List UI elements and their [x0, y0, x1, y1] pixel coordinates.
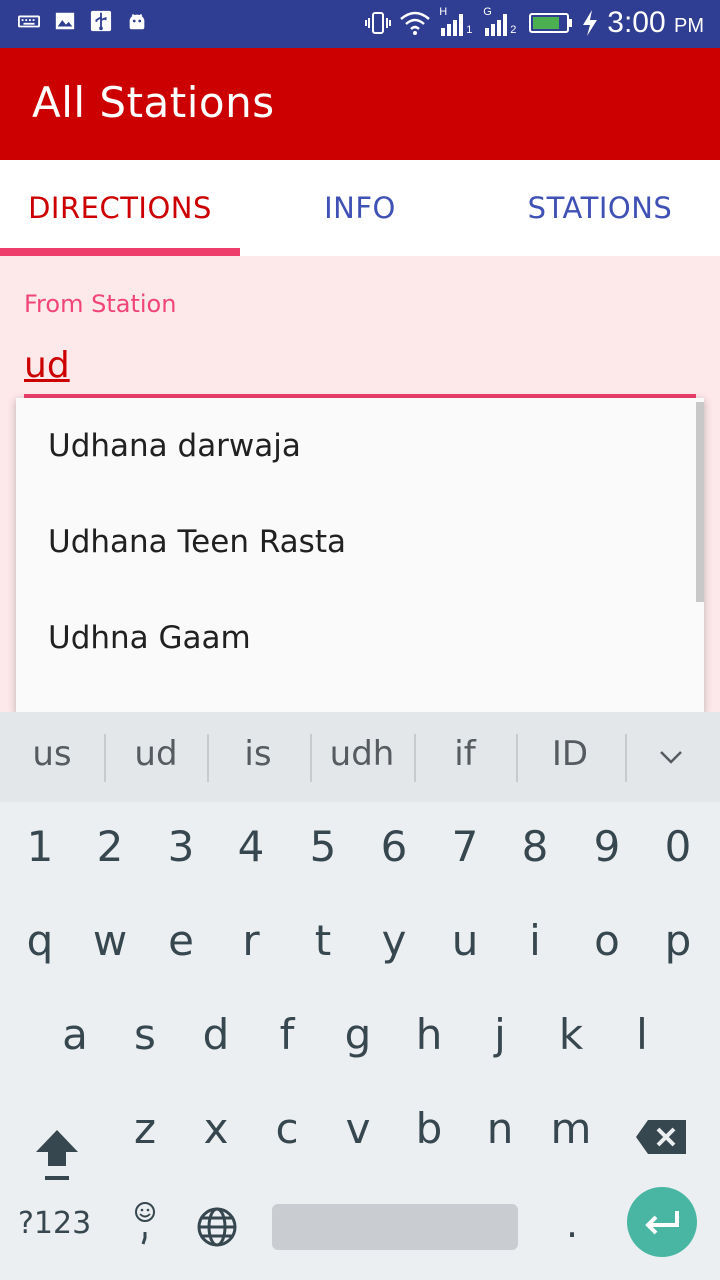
- period-key[interactable]: .: [566, 1202, 578, 1246]
- key[interactable]: b: [394, 1104, 464, 1153]
- android-icon: [129, 13, 145, 30]
- key[interactable]: d: [181, 1010, 251, 1059]
- key[interactable]: f: [252, 1010, 322, 1059]
- clock-ampm: PM: [674, 15, 704, 37]
- key[interactable]: o: [572, 916, 642, 965]
- key[interactable]: v: [323, 1104, 393, 1153]
- divider: [516, 734, 518, 782]
- key[interactable]: 1: [5, 822, 75, 871]
- symbols-key[interactable]: ?123: [18, 1206, 91, 1241]
- emoji-icon[interactable]: [130, 1200, 160, 1248]
- status-system: H 1 G 2 3:00 PM: [365, 6, 704, 40]
- status-clock: 3:00 PM: [607, 6, 704, 40]
- keyboard-icon: [18, 15, 40, 28]
- key[interactable]: c: [252, 1104, 322, 1153]
- key[interactable]: n: [465, 1104, 535, 1153]
- from-station-input[interactable]: [24, 336, 696, 398]
- key[interactable]: a: [40, 1010, 110, 1059]
- autocomplete-item[interactable]: Udhana Teen Rasta: [48, 524, 346, 560]
- sim-slot-label: 2: [510, 24, 517, 36]
- enter-icon: [645, 1211, 679, 1235]
- tab-info[interactable]: INFO: [240, 160, 480, 256]
- signal-sim1: H 1: [439, 6, 475, 38]
- dropdown-scrollbar[interactable]: [696, 402, 704, 602]
- vibrate-icon: [365, 12, 392, 34]
- key[interactable]: y: [359, 916, 429, 965]
- signal-icon: [485, 14, 508, 36]
- key[interactable]: j: [465, 1010, 535, 1059]
- key[interactable]: e: [146, 916, 216, 965]
- soft-keyboard: us ud is udh if ID 1 2 3 4 5 6 7 8 9 0 q…: [0, 712, 720, 1280]
- autocomplete-item[interactable]: Udhna Gaam: [48, 620, 251, 656]
- keyboard-suggestion[interactable]: ud: [106, 734, 206, 774]
- chevron-down-icon[interactable]: [656, 742, 686, 772]
- keyboard-suggestion[interactable]: us: [2, 734, 102, 774]
- key[interactable]: g: [323, 1010, 393, 1059]
- charging-icon: [583, 10, 598, 36]
- key[interactable]: s: [110, 1010, 180, 1059]
- usb-icon: [90, 10, 112, 32]
- signal-sim2: G 2: [483, 6, 521, 38]
- page-title: All Stations: [32, 78, 275, 127]
- clock-time: 3:00: [607, 6, 666, 39]
- key[interactable]: 3: [146, 822, 216, 871]
- key[interactable]: i: [500, 916, 570, 965]
- key[interactable]: z: [110, 1104, 180, 1153]
- key[interactable]: r: [216, 916, 286, 965]
- tab-bar: DIRECTIONS INFO STATIONS: [0, 160, 720, 256]
- key[interactable]: h: [394, 1010, 464, 1059]
- keyboard-suggestion[interactable]: if: [415, 734, 515, 774]
- keyboard-suggestion[interactable]: is: [208, 734, 308, 774]
- app-bar: All Stations: [0, 48, 720, 160]
- key[interactable]: 6: [359, 822, 429, 871]
- key[interactable]: 7: [430, 822, 500, 871]
- autocomplete-dropdown: Udhana darwaja Udhana Teen Rasta Udhna G…: [16, 398, 704, 714]
- enter-button[interactable]: [627, 1187, 697, 1257]
- from-station-label: From Station: [24, 290, 177, 318]
- key[interactable]: k: [536, 1010, 606, 1059]
- battery-icon: [529, 13, 573, 33]
- key[interactable]: 0: [643, 822, 713, 871]
- spacebar[interactable]: [272, 1204, 518, 1250]
- shift-icon[interactable]: [34, 1126, 80, 1186]
- key[interactable]: w: [75, 916, 145, 965]
- tab-directions[interactable]: DIRECTIONS: [0, 160, 240, 256]
- key[interactable]: x: [181, 1104, 251, 1153]
- image-icon: [55, 12, 75, 30]
- autocomplete-item[interactable]: Udhana darwaja: [48, 428, 301, 464]
- key[interactable]: 8: [500, 822, 570, 871]
- key[interactable]: 5: [288, 822, 358, 871]
- keyboard-suggestion[interactable]: udh: [312, 734, 412, 774]
- key[interactable]: 4: [216, 822, 286, 871]
- sim-slot-label: 1: [466, 24, 473, 36]
- keyboard-suggestion[interactable]: ID: [520, 734, 620, 774]
- keyboard-suggestion-strip: us ud is udh if ID: [0, 712, 720, 802]
- key[interactable]: u: [430, 916, 500, 965]
- status-bar: H 1 G 2 3:00 PM: [0, 0, 720, 48]
- key[interactable]: p: [643, 916, 713, 965]
- key[interactable]: t: [288, 916, 358, 965]
- globe-icon[interactable]: [196, 1206, 238, 1248]
- status-notifications: [18, 10, 148, 32]
- backspace-icon[interactable]: [634, 1118, 688, 1156]
- tab-stations[interactable]: STATIONS: [480, 160, 720, 256]
- divider: [625, 734, 627, 782]
- signal-icon: [441, 14, 464, 36]
- key[interactable]: q: [5, 916, 75, 965]
- key[interactable]: 2: [75, 822, 145, 871]
- wifi-icon: [400, 11, 431, 35]
- key[interactable]: 9: [572, 822, 642, 871]
- key[interactable]: m: [536, 1104, 606, 1153]
- key[interactable]: l: [607, 1010, 677, 1059]
- screen: H 1 G 2 3:00 PM All Stations DIRECTIONS …: [0, 0, 720, 1280]
